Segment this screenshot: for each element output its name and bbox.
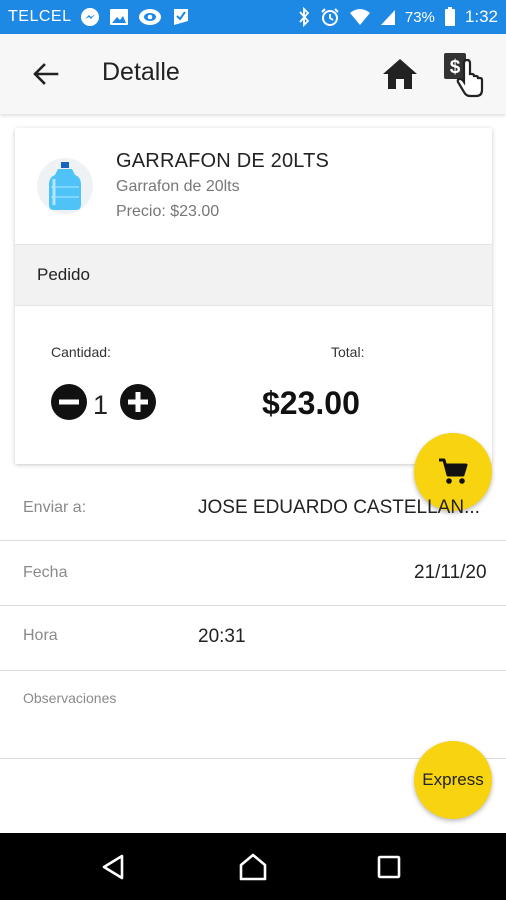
check-flag-icon <box>171 7 191 27</box>
status-bar: TELCEL 73% 1:32 <box>0 0 506 34</box>
increase-quantity-button[interactable] <box>120 384 156 420</box>
status-bar-right: 73% 1:32 <box>297 7 498 27</box>
product-description: Garrafon de 20lts <box>116 178 240 195</box>
carrier-label: TELCEL <box>8 8 72 25</box>
nav-recents-button[interactable] <box>371 849 407 885</box>
battery-icon <box>444 7 456 27</box>
order-section-title: Pedido <box>37 265 90 284</box>
product-card: GARRAFON DE 20LTS Garrafon de 20lts Prec… <box>15 128 492 464</box>
time-value: 20:31 <box>198 626 246 647</box>
nav-home-button[interactable] <box>235 849 271 885</box>
express-label: Express <box>422 770 484 789</box>
nav-back-icon <box>102 854 124 880</box>
water-jug-icon <box>49 162 81 210</box>
money-hand-icon: $ <box>444 53 484 98</box>
payment-button[interactable]: $ <box>440 50 492 100</box>
send-to-row[interactable]: Enviar a: JOSE EDUARDO CASTELLAN... <box>0 476 506 541</box>
nav-back-button[interactable] <box>95 849 131 885</box>
bluetooth-icon <box>297 7 311 27</box>
total-value: $23.00 <box>262 385 360 421</box>
signal-icon <box>380 8 396 26</box>
notes-label: Observaciones <box>23 690 117 706</box>
status-bar-left: TELCEL <box>8 7 191 27</box>
page-title: Detalle <box>102 58 180 86</box>
app-bar: Detalle $ <box>0 34 506 114</box>
express-button[interactable]: Express <box>414 741 492 819</box>
product-name: GARRAFON DE 20LTS <box>116 150 330 172</box>
product-price: Precio: $23.00 <box>116 203 220 220</box>
back-button[interactable] <box>28 56 64 92</box>
nav-home-icon <box>239 853 267 881</box>
quantity-value: 1 <box>93 390 109 420</box>
time-row[interactable]: Hora 20:31 <box>0 606 506 671</box>
order-section-header: Pedido <box>15 244 492 306</box>
quantity-label: Cantidad: <box>51 344 111 360</box>
minus-circle-icon <box>51 384 87 420</box>
broadcast-icon <box>138 7 162 27</box>
date-row[interactable]: Fecha 21/11/20 <box>0 541 506 606</box>
product-image <box>37 158 93 214</box>
time-label: Hora <box>23 627 58 644</box>
date-label: Fecha <box>23 564 68 581</box>
arrow-back-icon <box>33 63 59 85</box>
decrease-quantity-button[interactable] <box>51 384 87 420</box>
navigation-bar <box>0 833 506 900</box>
nav-recents-icon <box>377 855 401 879</box>
wifi-icon <box>349 8 371 26</box>
send-to-label: Enviar a: <box>23 499 87 516</box>
home-button[interactable] <box>380 54 420 94</box>
clock: 1:32 <box>464 7 498 26</box>
send-to-value: JOSE EDUARDO CASTELLAN... <box>198 497 480 518</box>
alarm-icon <box>320 7 340 27</box>
plus-circle-icon <box>120 384 156 420</box>
total-label: Total: <box>331 344 365 360</box>
home-icon <box>383 59 417 89</box>
svg-text:$: $ <box>450 57 461 78</box>
battery-percent: 73% <box>404 8 435 26</box>
image-icon <box>109 8 129 26</box>
date-value: 21/11/20 <box>414 562 487 583</box>
messenger-icon <box>80 7 100 27</box>
notes-row[interactable]: Observaciones <box>0 671 506 759</box>
